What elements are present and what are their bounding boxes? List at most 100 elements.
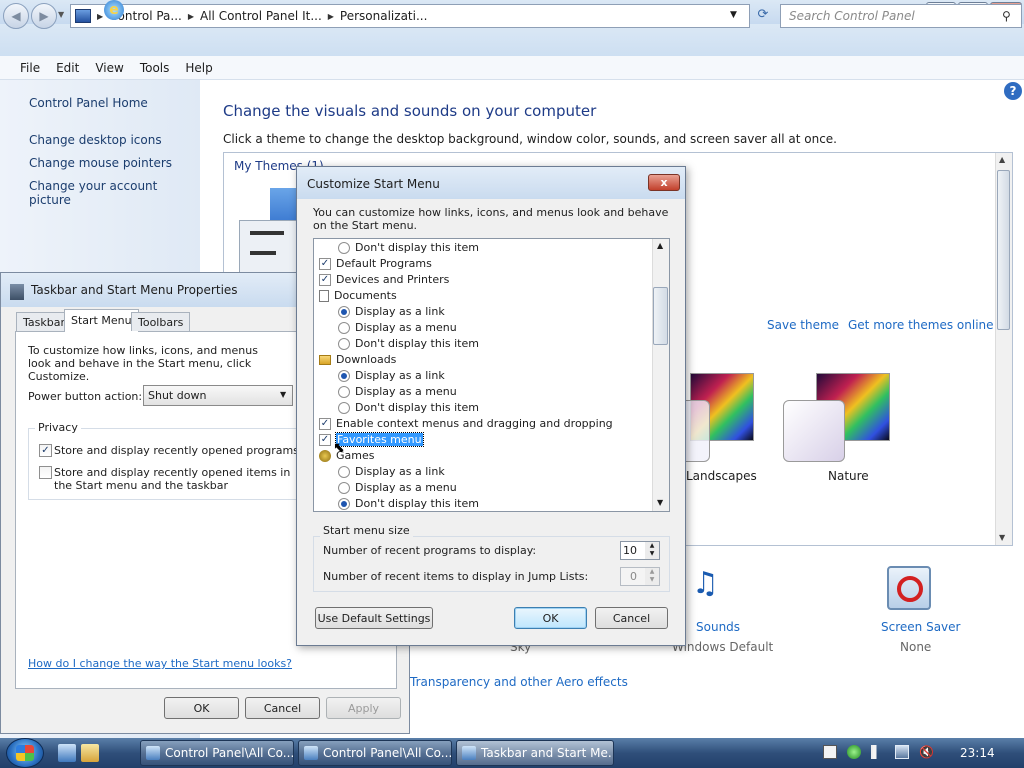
sounds-icon[interactable]: ♫	[692, 566, 719, 601]
store-programs-checkbox[interactable]: ✓	[39, 444, 52, 457]
menu-help[interactable]: Help	[177, 59, 220, 77]
store-items-checkbox[interactable]	[39, 466, 52, 479]
breadcrumb-personalization[interactable]: Personalizati...	[340, 9, 427, 23]
scroll-down-icon[interactable]: ▼	[999, 533, 1005, 542]
tab-toolbars[interactable]: Toolbars	[131, 312, 191, 331]
radio-selected-icon[interactable]	[338, 370, 350, 382]
taskbar-properties-ok-button[interactable]: OK	[164, 697, 239, 719]
control-panel-icon	[304, 746, 318, 760]
option-row-radio[interactable]: Don't display this item	[338, 336, 479, 352]
close-dialog-button[interactable]: x	[648, 174, 680, 191]
option-row-radio[interactable]: Don't display this item	[338, 496, 479, 512]
option-row-radio[interactable]: Display as a link	[338, 304, 445, 320]
option-row-check[interactable]: ✓ Default Programs	[319, 256, 432, 272]
checkbox[interactable]: ✓	[319, 258, 331, 270]
document-tray-icon[interactable]	[823, 745, 837, 759]
start-menu-help-link[interactable]: How do I change the way the Start menu l…	[28, 657, 292, 670]
get-more-themes-link[interactable]: Get more themes online	[848, 318, 994, 332]
security-tray-icon[interactable]	[847, 745, 861, 759]
option-row-radio[interactable]: Display as a menu	[338, 384, 457, 400]
option-row-check[interactable]: ✓ Devices and Printers	[319, 272, 449, 288]
store-programs-label[interactable]: Store and display recently opened progra…	[54, 444, 296, 457]
checkbox[interactable]: ✓	[319, 418, 331, 430]
theme-list-scroll-thumb[interactable]	[997, 170, 1010, 330]
store-items-label[interactable]: Store and display recently opened items …	[54, 466, 296, 492]
taskbar-properties-cancel-button[interactable]: Cancel	[245, 697, 320, 719]
menu-edit[interactable]: Edit	[48, 59, 87, 77]
help-icon[interactable]: ?	[1004, 82, 1022, 100]
refresh-button[interactable]: ⟳	[752, 7, 774, 27]
menu-tools[interactable]: Tools	[132, 59, 178, 77]
control-panel-home-link[interactable]: Control Panel Home	[29, 96, 200, 119]
radio-icon[interactable]	[338, 482, 350, 494]
address-bar[interactable]: ▶ Control Pa... ▶ All Control Panel It..…	[70, 4, 750, 28]
internet-explorer-icon[interactable]: e	[104, 0, 124, 20]
radio-icon[interactable]	[338, 338, 350, 350]
option-row-radio[interactable]: Don't display this item	[338, 400, 479, 416]
checkbox[interactable]: ✓	[319, 274, 331, 286]
checkbox[interactable]: ✓	[319, 434, 331, 446]
change-mouse-pointers-link[interactable]: Change mouse pointers	[29, 156, 200, 179]
explorer-icon[interactable]	[81, 744, 99, 762]
taskbar-button-control-panel-2[interactable]: Control Panel\All Co...	[298, 740, 452, 766]
taskbar-button-taskbar-properties[interactable]: Taskbar and Start Me...	[456, 740, 614, 766]
games-icon	[319, 450, 331, 462]
save-theme-link[interactable]: Save theme	[767, 318, 839, 332]
network-tray-icon[interactable]	[895, 745, 909, 759]
option-row-radio[interactable]: Display as a menu	[338, 480, 457, 496]
search-icon[interactable]: ⚲	[1002, 9, 1011, 23]
forward-button[interactable]: ▶	[31, 3, 57, 29]
option-row-radio[interactable]: Display as a link	[338, 464, 445, 480]
back-button[interactable]: ◀	[3, 3, 29, 29]
radio-icon[interactable]	[338, 402, 350, 414]
flag-tray-icon[interactable]	[871, 745, 885, 759]
power-button-select[interactable]: Shut down	[143, 385, 293, 406]
radio-selected-icon[interactable]	[338, 306, 350, 318]
my-theme-thumbnail[interactable]	[239, 220, 299, 275]
control-panel-icon	[146, 746, 160, 760]
tab-start-menu[interactable]: Start Menu	[64, 309, 139, 332]
taskbar-button-label: Taskbar and Start Me...	[481, 746, 614, 760]
options-list-scrollbar[interactable]	[652, 239, 669, 511]
nature-theme-label[interactable]: Nature	[828, 469, 869, 483]
taskbar-properties-apply-button[interactable]: Apply	[326, 697, 401, 719]
address-dropdown-icon[interactable]: ▼	[730, 10, 737, 20]
landscapes-theme-label[interactable]: Landscapes	[686, 469, 757, 483]
option-row-check[interactable]: ✓ Enable context menus and dragging and d…	[319, 416, 613, 432]
change-desktop-icons-link[interactable]: Change desktop icons	[29, 133, 200, 156]
customize-ok-button[interactable]: OK	[514, 607, 587, 629]
recent-jump-items-spinner[interactable]: ▲ ▼	[645, 568, 659, 585]
radio-icon[interactable]	[338, 466, 350, 478]
scroll-up-icon[interactable]: ▲	[999, 155, 1005, 164]
breadcrumb-all-items[interactable]: All Control Panel It...	[200, 9, 322, 23]
radio-selected-icon[interactable]	[338, 498, 350, 510]
option-label: Display as a menu	[355, 481, 457, 494]
customize-cancel-button[interactable]: Cancel	[595, 607, 668, 629]
option-row-radio[interactable]: Don't display this item	[338, 240, 479, 256]
radio-icon[interactable]	[338, 386, 350, 398]
menu-file[interactable]: File	[12, 59, 48, 77]
volume-muted-icon[interactable]: 🔇	[919, 745, 934, 759]
show-desktop-icon[interactable]	[58, 744, 76, 762]
breadcrumb-separator-icon: ▶	[187, 11, 194, 21]
scroll-up-icon[interactable]: ▲	[657, 241, 663, 250]
screen-saver-link[interactable]: Screen Saver	[881, 620, 960, 634]
option-row-radio[interactable]: Display as a menu	[338, 320, 457, 336]
search-input[interactable]: Search Control Panel	[780, 4, 1022, 28]
options-list-scroll-thumb[interactable]	[653, 287, 668, 345]
control-panel-icon	[75, 9, 91, 23]
menu-view[interactable]: View	[87, 59, 131, 77]
recent-programs-spinner[interactable]: ▲ ▼	[645, 542, 659, 559]
chevron-down-icon[interactable]: ▼	[280, 390, 286, 399]
scroll-down-icon[interactable]: ▼	[657, 498, 663, 507]
sounds-link[interactable]: Sounds	[696, 620, 740, 634]
taskbar-button-control-panel-1[interactable]: Control Panel\All Co...	[140, 740, 294, 766]
clock[interactable]: 23:14	[960, 746, 995, 760]
radio-icon[interactable]	[338, 242, 350, 254]
use-default-settings-button[interactable]: Use Default Settings	[315, 607, 433, 629]
aero-effects-link[interactable]: Transparency and other Aero effects	[410, 675, 628, 689]
radio-icon[interactable]	[338, 322, 350, 334]
recent-pages-dropdown[interactable]: ▼	[58, 10, 64, 19]
option-row-radio[interactable]: Display as a link	[338, 368, 445, 384]
change-account-picture-link[interactable]: Change your account picture	[29, 179, 200, 207]
